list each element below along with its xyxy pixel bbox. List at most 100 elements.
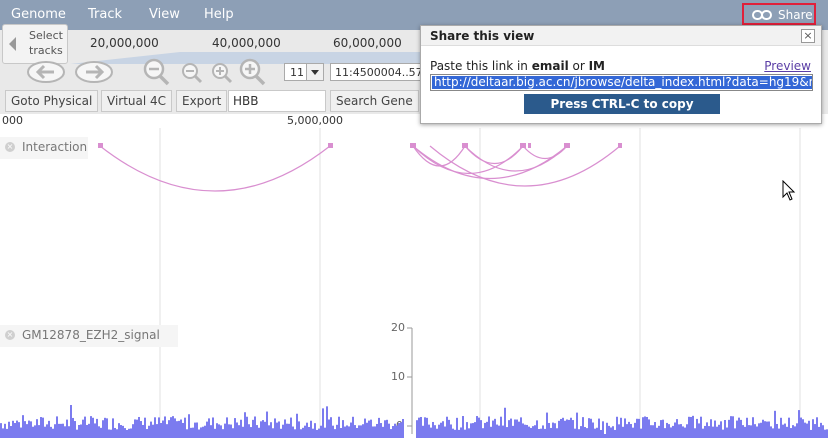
signal-bar [292, 426, 294, 438]
signal-bar [450, 424, 452, 438]
signal-bar [272, 428, 274, 438]
signal-bar [114, 427, 116, 438]
signal-bar [266, 411, 268, 438]
signal-bar [548, 422, 550, 438]
close-button[interactable]: × [801, 29, 815, 43]
gene-search-input[interactable]: HBB [228, 90, 326, 112]
signal-bar [822, 425, 824, 438]
signal-bar [248, 424, 250, 438]
select-tracks-label-2: tracks [29, 44, 63, 57]
signal-bar [300, 429, 302, 438]
signal-bar [504, 407, 506, 438]
signal-bar [774, 410, 776, 438]
signal-bar [722, 429, 724, 438]
signal-bar [736, 420, 738, 438]
signal-bar [328, 419, 330, 438]
signal-bar [296, 413, 298, 438]
signal-bar [182, 422, 184, 438]
signal-bar [488, 416, 490, 438]
signal-bar [200, 427, 202, 438]
goto-physical-button[interactable]: Goto Physical [5, 90, 99, 112]
signal-bar [250, 427, 252, 438]
signal-bar [330, 417, 332, 438]
share-url-field[interactable]: http://deltaar.big.ac.cn/jbrowse/delta_i… [430, 74, 813, 91]
signal-bar [740, 419, 742, 438]
signal-bar [624, 418, 626, 438]
signal-bar [308, 426, 310, 438]
signal-bar [276, 422, 278, 438]
signal-bar [326, 406, 328, 438]
signal-bar [354, 425, 356, 438]
interaction-arcs [98, 143, 622, 192]
pan-left-icon[interactable] [26, 60, 66, 84]
chevron-left-icon [9, 37, 16, 51]
signal-bar [628, 421, 630, 438]
preview-link[interactable]: Preview [764, 59, 811, 73]
signal-bar [190, 427, 192, 438]
signal-bar [496, 424, 498, 438]
menu-track[interactable]: Track [88, 7, 122, 22]
menu-genome[interactable]: Genome [11, 7, 66, 22]
zoom-level-select[interactable]: 11 [284, 63, 324, 81]
signal-bar [686, 424, 688, 438]
share-label: Share [778, 8, 813, 22]
copy-hint-button[interactable]: Press CTRL-C to copy [524, 94, 720, 114]
signal-histogram [0, 405, 828, 438]
signal-bar [784, 423, 786, 438]
zoom-out-small-icon[interactable] [180, 62, 204, 84]
menu-view[interactable]: View [149, 7, 180, 22]
signal-bar [678, 424, 680, 438]
signal-bar [100, 427, 102, 438]
signal-bar [520, 417, 522, 438]
close-track-icon[interactable]: × [5, 330, 15, 340]
signal-bar [592, 422, 594, 438]
signal-bar [474, 422, 476, 438]
signal-bar [700, 416, 702, 438]
location-input[interactable]: 11:4500004..57 [330, 63, 422, 81]
signal-bar [744, 426, 746, 438]
select-tracks-button[interactable]: Select tracks [2, 24, 68, 64]
close-track-icon[interactable]: × [5, 142, 15, 152]
signal-bar [306, 422, 308, 438]
signal-bar [710, 419, 712, 438]
signal-bar [786, 426, 788, 438]
pan-right-icon[interactable] [74, 60, 114, 84]
signal-bar [616, 416, 618, 438]
overview-tick-label: 60,000,000 [333, 36, 402, 50]
signal-bar [170, 417, 172, 438]
search-gene-button[interactable]: Search Gene [330, 90, 419, 112]
zoom-in-large-icon[interactable] [238, 58, 268, 86]
signal-bar [110, 429, 112, 438]
signal-bar [794, 426, 796, 438]
signal-bar [204, 425, 206, 438]
signal-bar [198, 429, 200, 438]
signal-bar [172, 416, 174, 438]
zoom-out-large-icon[interactable] [142, 58, 172, 86]
signal-bar [582, 417, 584, 438]
signal-bar [772, 428, 774, 438]
signal-bar [668, 424, 670, 438]
export-button[interactable]: Export [176, 90, 228, 112]
menu-help[interactable]: Help [204, 7, 234, 22]
signal-bar [454, 429, 456, 438]
signal-bar [656, 427, 658, 438]
signal-bar [618, 424, 620, 438]
signal-bar [6, 428, 8, 438]
signal-bar [388, 423, 390, 438]
signal-bar [550, 427, 552, 438]
signal-bar [242, 426, 244, 438]
signal-bar [532, 426, 534, 438]
signal-bar [134, 419, 136, 438]
signal-bar [350, 422, 352, 438]
share-button[interactable]: Share [742, 3, 816, 25]
signal-bar [356, 427, 358, 438]
signal-bar [38, 425, 40, 438]
signal-bar [224, 423, 226, 438]
signal-bar [360, 425, 362, 438]
signal-bar [578, 429, 580, 438]
zoom-in-small-icon[interactable] [210, 62, 234, 84]
virtual-4c-button[interactable]: Virtual 4C [101, 90, 173, 112]
signal-bar [370, 419, 372, 438]
signal-bar [514, 419, 516, 438]
signal-bar [694, 428, 696, 438]
